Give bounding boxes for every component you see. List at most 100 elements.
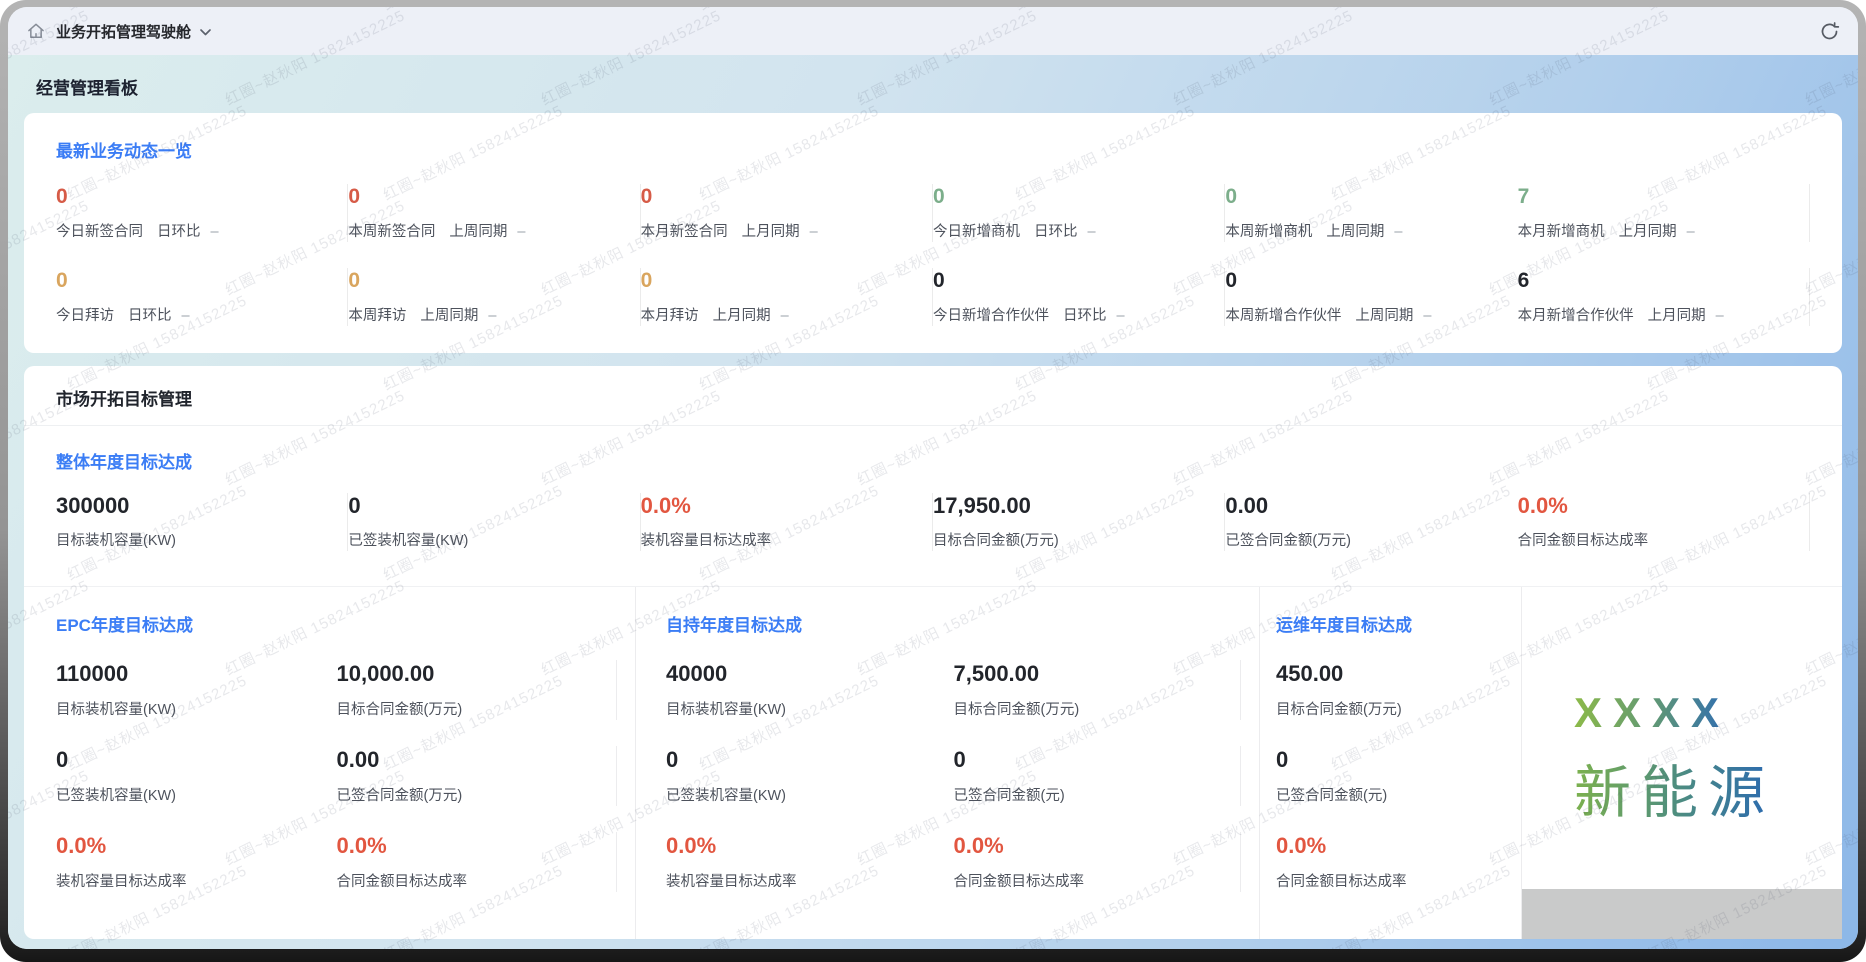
stat-compare-text: 上月同期	[1648, 308, 1706, 324]
stat-label-text: 本月新增商机	[1518, 224, 1605, 240]
stat-label-text: 本周拜访	[348, 308, 406, 324]
stat-label: 装机容量目标达成率	[666, 872, 940, 892]
stat-value: 0	[641, 268, 914, 294]
page-title: 业务开拓管理驾驶舱	[56, 21, 191, 42]
stat-value: 0	[348, 493, 621, 519]
stat-compare-value: –	[1088, 224, 1096, 240]
window-frame: 业务开拓管理驾驶舱 经营管理看板 最新业务动态一览	[0, 0, 1866, 962]
stat-label: 本月新增商机上月同期–	[1518, 222, 1791, 242]
stat-compare-text: 上月同期	[713, 308, 771, 324]
stat-label-text: 本月新签合同	[641, 224, 728, 240]
stat-compare-text: 上周同期	[420, 308, 478, 324]
stat-label: 已签装机容量(KW)	[666, 786, 940, 806]
stat-cell: 0.0% 合同金额目标达成率	[954, 832, 1242, 892]
stat-cell: 10,000.00 目标合同金额(万元)	[337, 660, 618, 720]
latest-activity-title: 最新业务动态一览	[56, 137, 1810, 162]
target-sections-row: EPC年度目标达成 110000 目标装机容量(KW) 10,000.00 目标…	[24, 586, 1842, 939]
stat-label: 目标合同金额(万元)	[337, 700, 603, 720]
stat-value: 110000	[56, 660, 323, 688]
stat-value: 0.00	[337, 746, 603, 774]
stat-label: 合同金额目标达成率	[954, 872, 1227, 892]
stat-value: 7	[1518, 184, 1791, 210]
stat-value: 0.0%	[641, 493, 914, 519]
stat-cell: 450.00 目标合同金额(万元)	[1276, 660, 1511, 720]
stat-label: 合同金额目标达成率	[1276, 872, 1497, 892]
stat-value: 0	[954, 746, 1227, 774]
stat-label-text: 本周新增合作伙伴	[1225, 308, 1341, 324]
stat-value: 0	[1225, 268, 1499, 294]
stat-label: 合同金额目标达成率	[337, 872, 603, 892]
stat-cell: 0.0% 合同金额目标达成率	[337, 832, 618, 892]
stat-cell: 0.0% 装机容量目标达成率	[56, 832, 337, 892]
stat-value: 0	[933, 268, 1206, 294]
stat-compare-value: –	[1423, 308, 1431, 324]
stat-label-text: 本周新增商机	[1225, 224, 1312, 240]
epc-target-title: EPC年度目标达成	[56, 611, 617, 636]
stat-label: 目标装机容量(KW)	[56, 700, 323, 720]
stat-cell: 0 已签合同金额(元)	[1276, 746, 1511, 806]
home-icon[interactable]	[26, 21, 46, 41]
stat-compare-value: –	[1687, 224, 1695, 240]
ops-target-grid: 450.00 目标合同金额(万元) 0 已签合同金额(元) 0.0% 合同金额目…	[1276, 660, 1511, 892]
stat-compare-value: –	[810, 224, 818, 240]
stat-cell: 17,950.00 目标合同金额(万元)	[933, 493, 1225, 551]
stat-compare-value: –	[517, 224, 525, 240]
stat-compare-value: –	[1394, 224, 1402, 240]
stat-cell: 40000 目标装机容量(KW)	[666, 660, 954, 720]
stat-label: 已签合同金额(元)	[954, 786, 1227, 806]
stat-cell: 0 已签装机容量(KW)	[56, 746, 337, 806]
stat-value: 300000	[56, 493, 329, 519]
stat-label-text: 今日拜访	[56, 308, 114, 324]
stat-value: 0.0%	[1518, 493, 1791, 519]
stat-cell: 6 本月新增合作伙伴上月同期–	[1518, 268, 1810, 326]
stat-label: 装机容量目标达成率	[641, 531, 914, 551]
stat-cell: 0 本周拜访上周同期–	[348, 268, 640, 326]
stat-label-text: 今日新签合同	[56, 224, 143, 240]
stat-cell: 0 已签装机容量(KW)	[348, 493, 640, 551]
overall-target-title: 整体年度目标达成	[56, 448, 1810, 473]
stat-value: 0.00	[1225, 493, 1499, 519]
stat-cell: 0.0% 合同金额目标达成率	[1276, 832, 1511, 892]
stat-label: 本月新增合作伙伴上月同期–	[1518, 306, 1791, 326]
stat-value: 7,500.00	[954, 660, 1227, 688]
stat-cell: 110000 目标装机容量(KW)	[56, 660, 337, 720]
stat-cell: 0 本周新签合同上周同期–	[348, 184, 640, 242]
stat-label: 今日拜访日环比–	[56, 306, 329, 326]
stat-compare-text: 上周同期	[1326, 224, 1384, 240]
stat-cell: 7,500.00 目标合同金额(万元)	[954, 660, 1242, 720]
stat-cell: 0 本周新增合作伙伴上周同期–	[1225, 268, 1517, 326]
stat-compare-text: 上周同期	[449, 224, 507, 240]
market-target-card: 市场开拓目标管理 整体年度目标达成 300000 目标装机容量(KW) 0 已签…	[24, 366, 1842, 939]
stat-cell: 0 本周新增商机上周同期–	[1225, 184, 1517, 242]
stat-label: 目标装机容量(KW)	[666, 700, 940, 720]
chevron-down-icon	[199, 28, 212, 37]
stat-label: 目标合同金额(万元)	[954, 700, 1227, 720]
stat-cell: 0 本月新签合同上月同期–	[641, 184, 933, 242]
stat-cell: 0 今日新增合作伙伴日环比–	[933, 268, 1225, 326]
stat-cell: 0.0% 装机容量目标达成率	[666, 832, 954, 892]
logo-panel-gray-block	[1522, 889, 1842, 939]
stat-value: 0	[933, 184, 1206, 210]
stat-label: 本月拜访上月同期–	[641, 306, 914, 326]
stat-label: 今日新签合同日环比–	[56, 222, 329, 242]
dashboard-body: 经营管理看板 最新业务动态一览 0 今日新签合同日环比– 0	[8, 55, 1858, 949]
stat-cell: 0 今日新签合同日环比–	[56, 184, 348, 242]
stat-label: 目标合同金额(万元)	[1276, 700, 1497, 720]
app-window: 业务开拓管理驾驶舱 经营管理看板 最新业务动态一览	[8, 7, 1858, 949]
stat-compare-value: –	[488, 308, 496, 324]
stat-value: 0	[348, 268, 621, 294]
stat-value: 0	[56, 184, 329, 210]
stat-label-text: 本月拜访	[641, 308, 699, 324]
refresh-icon[interactable]	[1818, 20, 1840, 42]
stat-value: 0	[1225, 184, 1499, 210]
company-logo-panel: XXXX 新能源	[1521, 587, 1842, 939]
stat-cell: 0 本月拜访上月同期–	[641, 268, 933, 326]
overall-target-grid: 300000 目标装机容量(KW) 0 已签装机容量(KW) 0.0% 装机容量…	[56, 493, 1810, 551]
stat-value: 0	[56, 268, 329, 294]
stat-value: 0	[348, 184, 621, 210]
stat-label: 目标合同金额(万元)	[933, 531, 1206, 551]
page-title-dropdown[interactable]: 业务开拓管理驾驶舱	[56, 21, 212, 42]
stat-label-text: 本周新签合同	[348, 224, 435, 240]
stat-compare-text: 上月同期	[1619, 224, 1677, 240]
stat-compare-value: –	[1117, 308, 1125, 324]
